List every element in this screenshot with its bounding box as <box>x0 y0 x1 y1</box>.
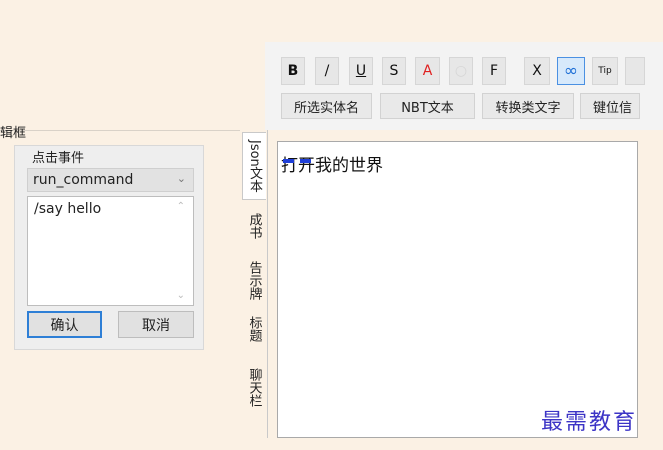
tab-sign[interactable]: 告示牌 <box>242 254 266 306</box>
watermark-logo: 最需教育 <box>541 410 638 435</box>
command-textarea[interactable]: /say hello ⌃ ⌄ <box>27 196 194 306</box>
click-event-marker <box>300 159 311 163</box>
groupbox-title: 辑框 <box>0 126 27 141</box>
more-format-button[interactable] <box>625 57 645 85</box>
link-button[interactable]: ∞ <box>557 57 585 85</box>
italic-button[interactable]: / <box>315 57 339 85</box>
cancel-button[interactable]: 取消 <box>118 311 194 338</box>
editor-content: 打开我的世界 <box>281 156 383 176</box>
keybind-button[interactable]: 键位信 <box>580 93 640 119</box>
click-action-value: run_command <box>33 172 134 188</box>
nbt-text-button[interactable]: NBT文本 <box>380 93 475 119</box>
command-value: /say hello <box>34 201 102 217</box>
json-text-editor[interactable] <box>277 141 638 438</box>
tab-written-book[interactable]: 成书 <box>242 202 266 250</box>
confirm-button[interactable]: 确认 <box>27 311 102 338</box>
scroll-down-icon[interactable]: ⌄ <box>177 290 185 301</box>
chevron-down-icon: ⌄ <box>176 172 186 185</box>
tab-json-text[interactable]: Json文本 <box>242 132 266 200</box>
translate-text-button[interactable]: 转换类文字 <box>482 93 574 119</box>
selected-entity-button[interactable]: 所选实体名 <box>281 93 372 119</box>
tab-chat[interactable]: 聊天栏 <box>242 357 266 417</box>
click-action-select[interactable]: run_command ⌄ <box>27 168 194 192</box>
text-color-button[interactable]: A <box>415 57 440 85</box>
clear-format-button[interactable]: X <box>524 57 550 85</box>
obfuscate-button[interactable]: ○ <box>449 57 473 85</box>
font-button[interactable]: F <box>482 57 506 85</box>
strikethrough-button[interactable]: S <box>382 57 406 85</box>
click-event-marker <box>283 159 294 163</box>
click-event-legend: 点击事件 <box>30 147 87 166</box>
bold-button[interactable]: B <box>281 57 305 85</box>
underline-button[interactable]: U <box>349 57 373 85</box>
scroll-up-icon[interactable]: ⌃ <box>177 201 185 212</box>
tip-button[interactable]: Tip <box>592 57 618 85</box>
tab-title[interactable]: 标题 <box>242 309 266 349</box>
